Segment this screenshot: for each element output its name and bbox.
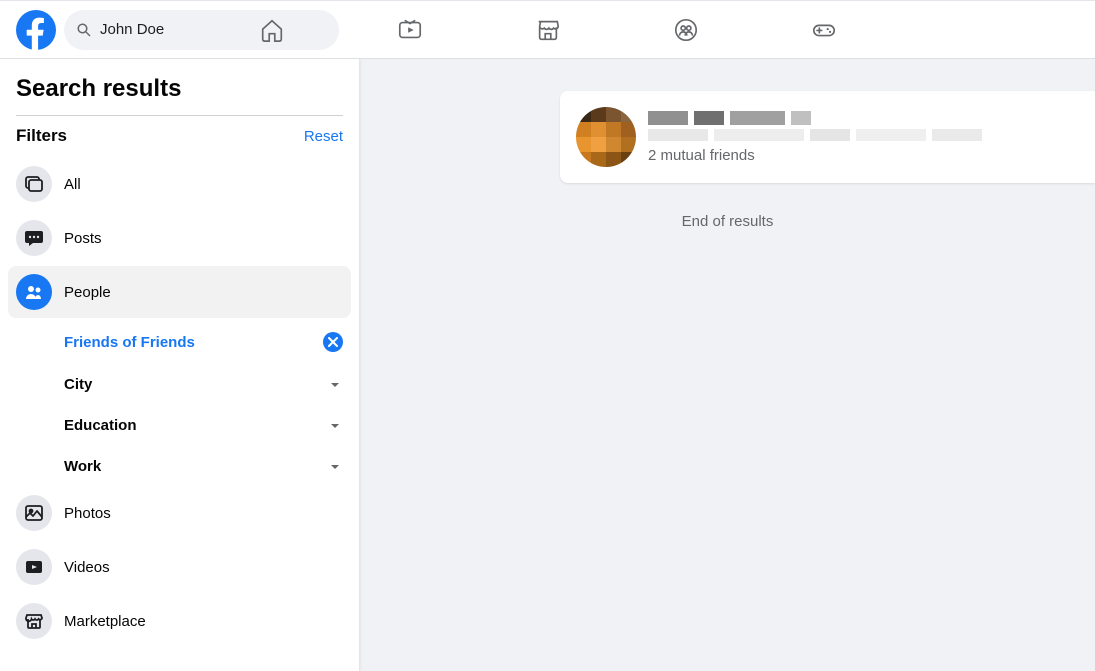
result-avatar[interactable] xyxy=(576,107,636,167)
chevron-down-icon xyxy=(327,377,343,393)
nav-marketplace[interactable] xyxy=(483,4,613,56)
search-result-card[interactable]: 2 mutual friends xyxy=(560,91,1095,183)
nav-tabs xyxy=(207,1,889,58)
chevron-down-icon xyxy=(327,418,343,434)
sub-filter-city[interactable]: City xyxy=(56,364,351,405)
marketplace-icon xyxy=(535,17,561,43)
nav-home[interactable] xyxy=(207,4,337,56)
filter-videos[interactable]: Videos xyxy=(8,541,351,593)
close-icon xyxy=(328,337,338,347)
nav-watch[interactable] xyxy=(345,4,475,56)
filter-posts[interactable]: Posts xyxy=(8,212,351,264)
facebook-logo[interactable] xyxy=(16,10,56,50)
videos-icon xyxy=(16,549,52,585)
filter-label: Posts xyxy=(64,230,102,247)
all-icon xyxy=(16,166,52,202)
groups-icon xyxy=(673,17,699,43)
photos-icon xyxy=(16,495,52,531)
mutual-friends-text: 2 mutual friends xyxy=(648,147,1079,164)
result-name[interactable] xyxy=(648,111,1079,125)
filter-people[interactable]: People xyxy=(8,266,351,318)
watch-icon xyxy=(397,17,423,43)
end-of-results: End of results xyxy=(360,213,1095,230)
sub-filter-label: City xyxy=(64,376,92,393)
sub-filter-label: Friends of Friends xyxy=(64,334,195,351)
filter-label: Videos xyxy=(64,559,110,576)
marketplace-filter-icon xyxy=(16,603,52,639)
gaming-icon xyxy=(811,17,837,43)
filters-heading: Filters xyxy=(16,126,67,146)
nav-groups[interactable] xyxy=(621,4,751,56)
page-title: Search results xyxy=(8,75,351,115)
reset-link[interactable]: Reset xyxy=(304,128,343,145)
divider xyxy=(16,115,343,116)
filter-label: Photos xyxy=(64,505,111,522)
people-icon xyxy=(16,274,52,310)
sub-filter-work[interactable]: Work xyxy=(56,446,351,487)
sub-filter-label: Education xyxy=(64,417,137,434)
filter-all[interactable]: All xyxy=(8,158,351,210)
nav-gaming[interactable] xyxy=(759,4,889,56)
posts-icon xyxy=(16,220,52,256)
filter-label: Marketplace xyxy=(64,613,146,630)
home-icon xyxy=(259,17,285,43)
filter-photos[interactable]: Photos xyxy=(8,487,351,539)
filter-label: People xyxy=(64,284,111,301)
search-icon xyxy=(76,22,92,38)
sub-filter-friends-of-friends[interactable]: Friends of Friends xyxy=(56,320,351,364)
filter-label: All xyxy=(64,176,81,193)
chevron-down-icon xyxy=(327,459,343,475)
sidebar: Search results Filters Reset All Posts P… xyxy=(0,59,360,671)
top-header xyxy=(0,0,1095,59)
remove-filter-button[interactable] xyxy=(323,332,343,352)
sub-filter-label: Work xyxy=(64,458,101,475)
main-content: 2 mutual friends End of results xyxy=(360,59,1095,671)
sub-filter-education[interactable]: Education xyxy=(56,405,351,446)
result-subtitle xyxy=(648,129,1079,141)
result-info: 2 mutual friends xyxy=(648,111,1079,164)
filter-marketplace[interactable]: Marketplace xyxy=(8,595,351,647)
